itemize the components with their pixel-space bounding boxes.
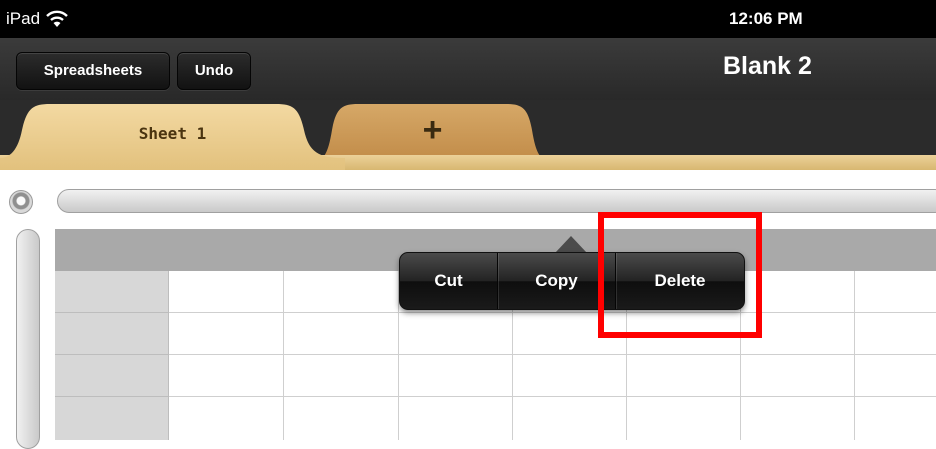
- table-cell[interactable]: [284, 397, 399, 440]
- sheet-tab-label: Sheet 1: [138, 124, 207, 143]
- table-cell[interactable]: [855, 355, 936, 397]
- edit-menu-arrow: [555, 236, 587, 253]
- table-cell[interactable]: [399, 313, 513, 355]
- table-cell[interactable]: [169, 355, 284, 397]
- row-header[interactable]: [55, 397, 169, 440]
- table-cell[interactable]: [169, 397, 284, 440]
- carrier-label: iPad: [6, 9, 41, 28]
- table-cell[interactable]: [513, 397, 627, 440]
- table-cell[interactable]: [169, 271, 284, 313]
- table-cell[interactable]: [627, 397, 741, 440]
- table-cell[interactable]: [627, 355, 741, 397]
- table-cell[interactable]: [399, 355, 513, 397]
- table-cell[interactable]: [399, 397, 513, 440]
- row-header[interactable]: [55, 355, 169, 397]
- table-cell[interactable]: [855, 271, 936, 313]
- spreadsheets-button[interactable]: Spreadsheets: [16, 52, 170, 90]
- annotation-highlight: [598, 212, 762, 338]
- table-cell[interactable]: [169, 313, 284, 355]
- table-cell[interactable]: [741, 397, 855, 440]
- clock: 12:06 PM: [729, 9, 803, 28]
- table-cell[interactable]: [855, 397, 936, 440]
- horizontal-scrollbar[interactable]: [57, 189, 936, 213]
- add-sheet-tab[interactable]: +: [310, 102, 555, 162]
- table-cell[interactable]: [284, 271, 399, 313]
- vertical-scrollbar[interactable]: [16, 229, 40, 449]
- row-header[interactable]: [55, 313, 169, 355]
- status-bar: iPad 12:06 PM: [0, 0, 936, 38]
- table-cell[interactable]: [284, 313, 399, 355]
- table-cell[interactable]: [284, 355, 399, 397]
- wifi-icon: [46, 10, 68, 27]
- undo-button[interactable]: Undo: [177, 52, 251, 90]
- table-cell[interactable]: [855, 313, 936, 355]
- tab-sheet-1[interactable]: Sheet 1: [0, 100, 345, 170]
- select-all-knob[interactable]: [9, 190, 33, 214]
- table-cell[interactable]: [741, 355, 855, 397]
- table-cell[interactable]: [513, 355, 627, 397]
- cut-menu-item[interactable]: Cut: [400, 253, 497, 309]
- row-header[interactable]: [55, 271, 169, 313]
- add-sheet-label: +: [422, 111, 443, 149]
- document-title: Blank 2: [723, 52, 812, 80]
